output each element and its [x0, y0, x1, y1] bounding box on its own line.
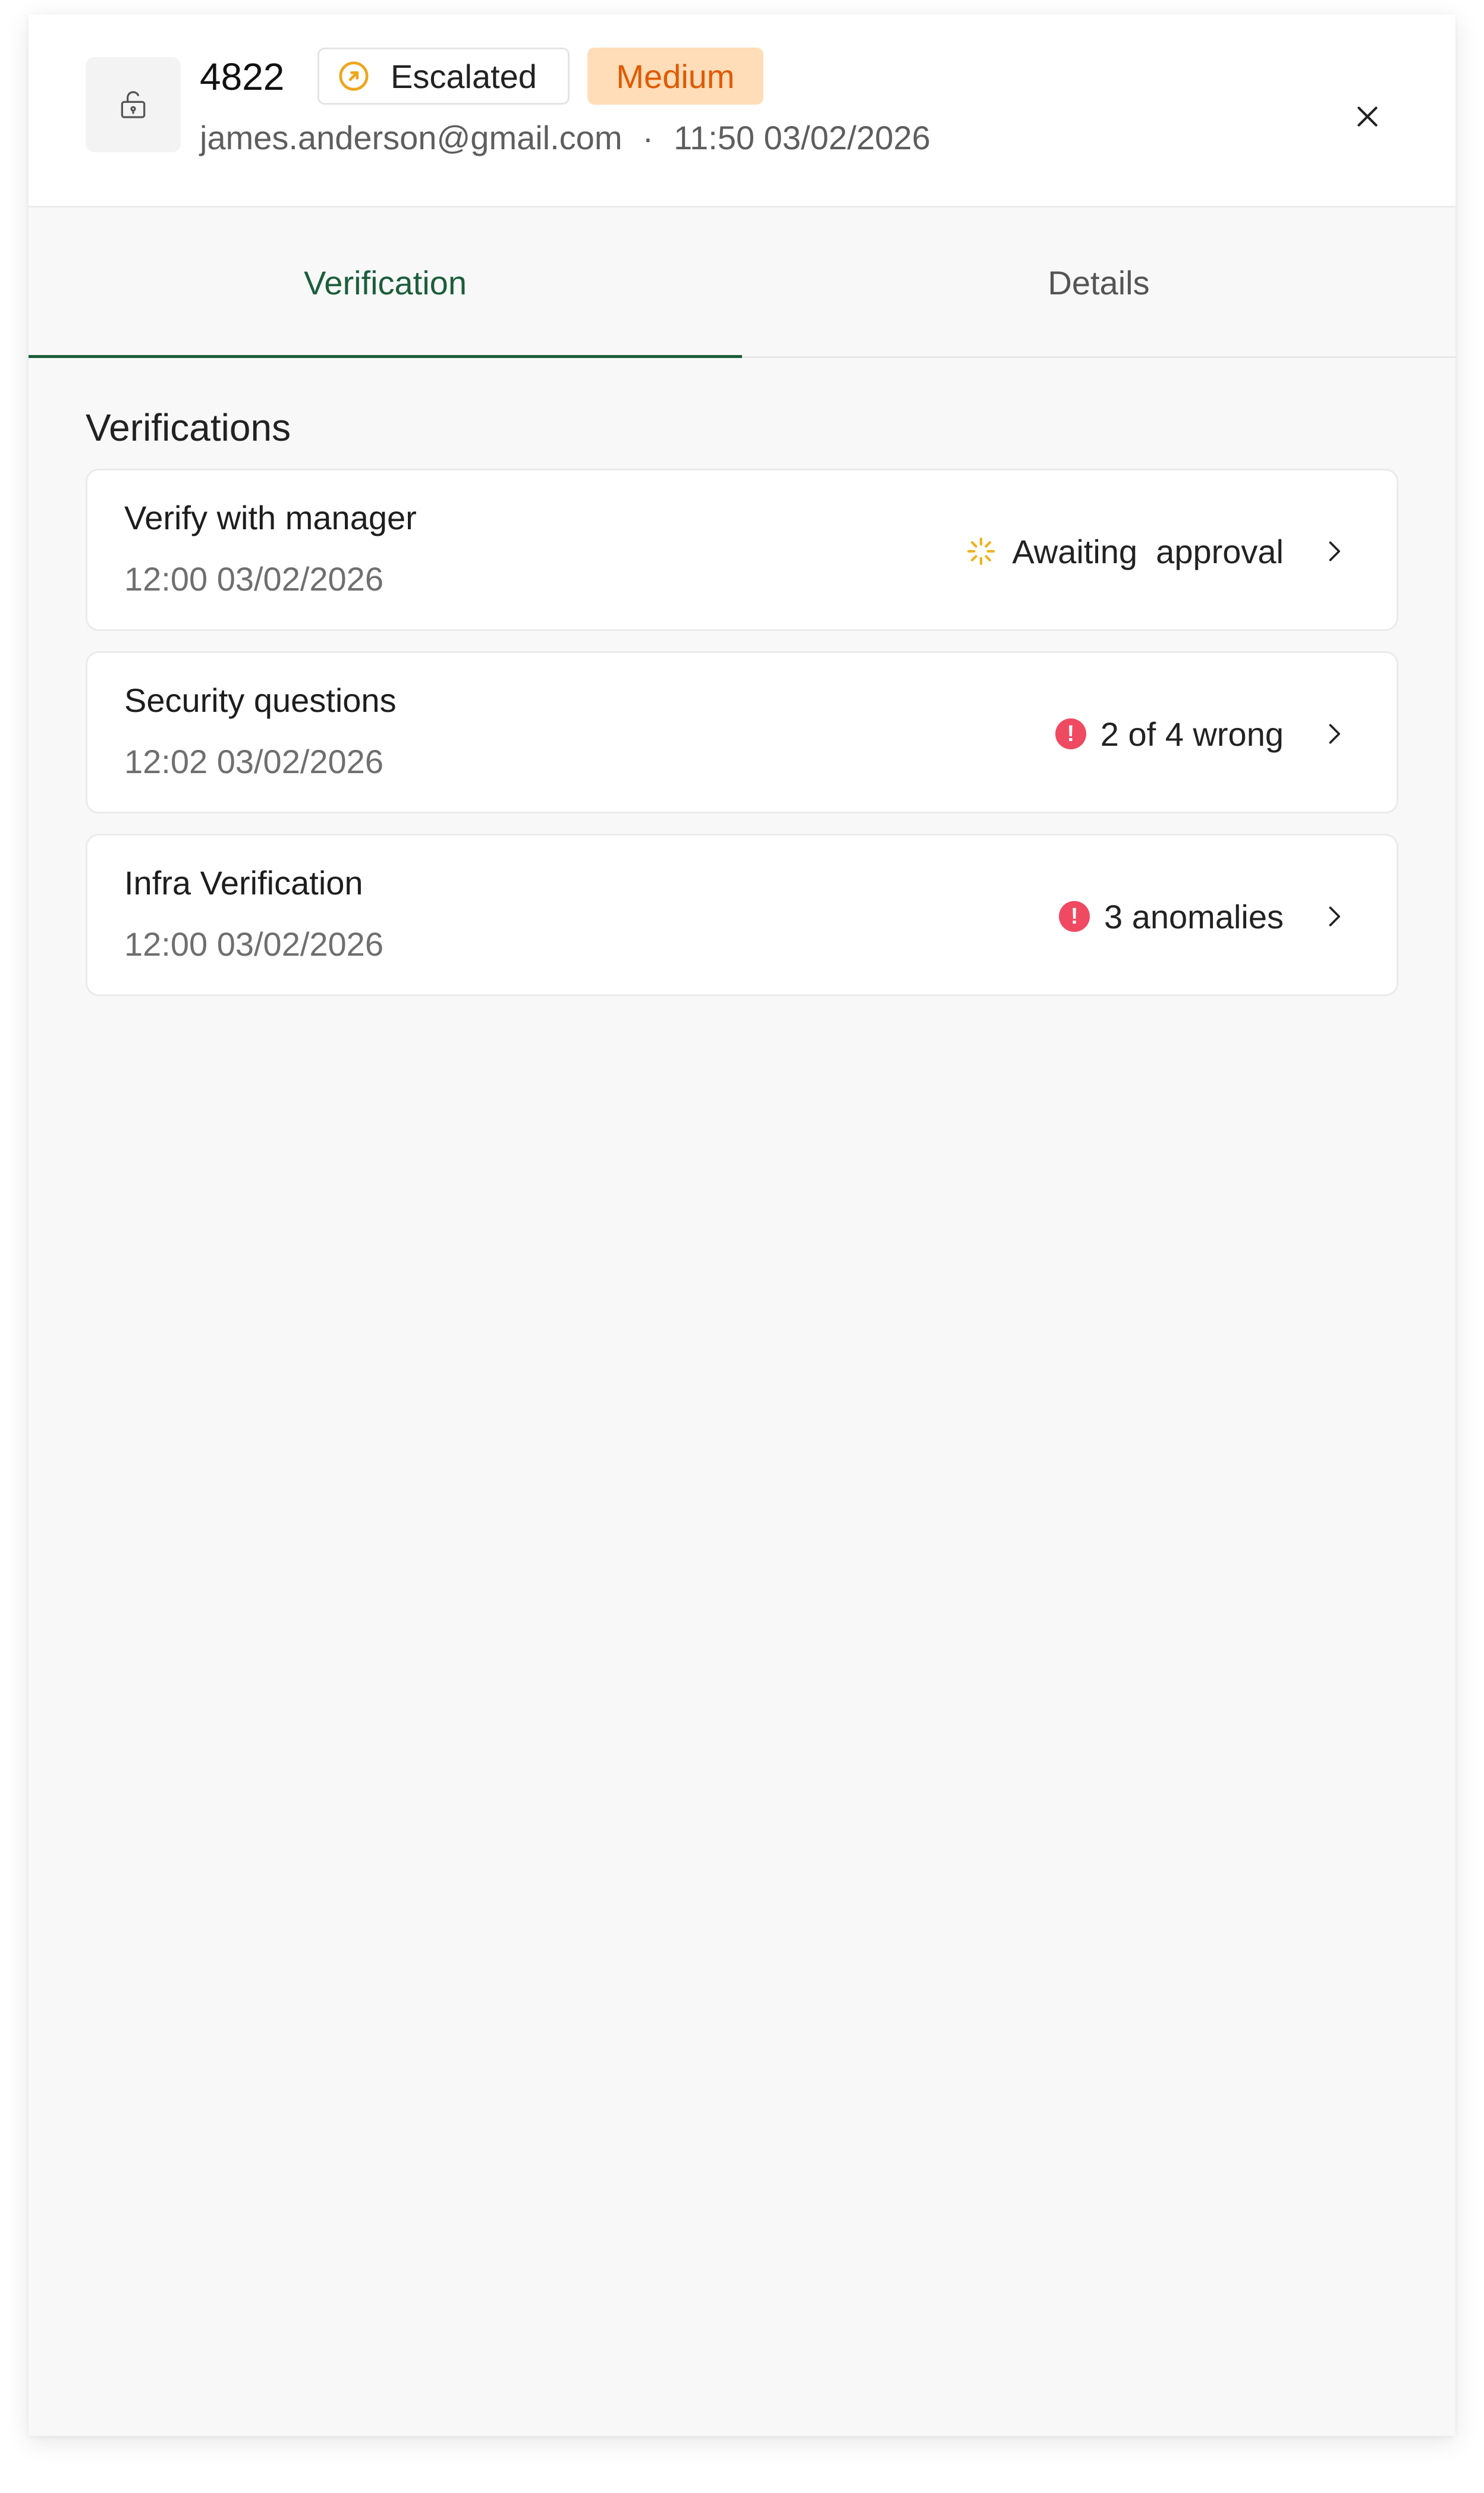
chevron-right-icon: [1319, 720, 1348, 748]
error-icon: !: [1055, 718, 1086, 749]
verification-title: Verify with manager: [124, 499, 417, 536]
status-badge: Escalated: [317, 48, 570, 105]
ticket-panel: 4822 Escalated Medium james.anderson@gma…: [29, 14, 1455, 2436]
meta-separator: ·: [642, 119, 654, 156]
chevron-right-icon: [1319, 537, 1348, 566]
loading-spinner-icon: [964, 535, 998, 568]
close-button[interactable]: [1344, 93, 1391, 140]
verification-status-text: 2 of 4 wrong: [1100, 715, 1284, 753]
escalated-arrow-icon: [337, 59, 370, 93]
error-icon: !: [1059, 901, 1090, 932]
status-badge-label: Escalated: [391, 57, 537, 95]
tab-bar: Verification Details: [29, 208, 1455, 358]
requester-email: james.anderson@gmail.com: [200, 119, 622, 156]
section-title: Verifications: [86, 406, 291, 449]
verification-time: 12:00 03/02/2026: [124, 560, 383, 598]
verification-card-infra[interactable]: Infra Verification 12:00 03/02/2026 ! 3 …: [86, 834, 1398, 996]
tab-details[interactable]: Details: [742, 208, 1455, 358]
verification-time: 12:00 03/02/2026: [124, 925, 383, 963]
verification-card-security-questions[interactable]: Security questions 12:02 03/02/2026 ! 2 …: [86, 651, 1398, 814]
verification-card-manager[interactable]: Verify with manager 12:00 03/02/2026 Awa…: [86, 469, 1398, 631]
unlock-icon: [86, 57, 181, 152]
verification-status: ! 3 anomalies: [1059, 893, 1284, 940]
ticket-meta: james.anderson@gmail.com · 11:50 03/02/2…: [200, 114, 930, 162]
chevron-right-icon: [1319, 902, 1348, 931]
verification-title: Infra Verification: [124, 864, 363, 902]
active-tab-indicator: [29, 355, 742, 358]
verification-status-text: 3 anomalies: [1104, 897, 1284, 935]
verification-status-text: Awaiting approval: [1012, 532, 1284, 570]
ticket-timestamp: 11:50 03/02/2026: [674, 119, 930, 156]
ticket-header: 4822 Escalated Medium james.anderson@gma…: [29, 14, 1455, 208]
ticket-id: 4822: [200, 55, 285, 98]
verification-status: Awaiting approval: [964, 528, 1284, 575]
close-icon: [1353, 102, 1382, 131]
verification-status: ! 2 of 4 wrong: [1055, 710, 1284, 758]
verification-time: 12:02 03/02/2026: [124, 743, 383, 780]
verification-title: Security questions: [124, 682, 397, 719]
tab-verification[interactable]: Verification: [29, 208, 742, 358]
priority-badge: Medium: [587, 48, 763, 105]
